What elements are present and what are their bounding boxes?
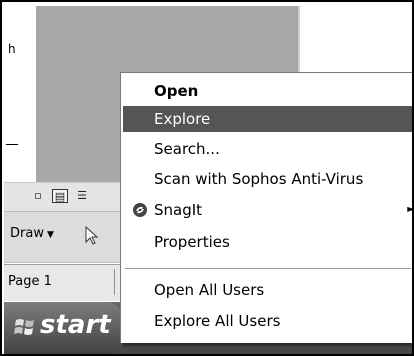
chevron-down-icon: ▼	[46, 230, 54, 240]
menu-item-open[interactable]: Open	[123, 78, 412, 104]
snagit-icon	[133, 203, 147, 217]
submenu-arrow-icon: ►	[407, 197, 412, 223]
normal-view-icon[interactable]: ▫	[30, 189, 46, 203]
draw-menu-button[interactable]: Draw ▼	[10, 226, 54, 241]
menu-item-label: Explore	[154, 110, 211, 128]
menu-item-label: Search...	[154, 140, 220, 158]
menu-item-properties[interactable]: Properties	[123, 229, 412, 255]
status-divider	[114, 269, 115, 295]
menu-item-search[interactable]: Search...	[123, 136, 412, 162]
start-label: start	[40, 310, 111, 340]
start-button[interactable]: start	[4, 302, 124, 354]
menu-item-label: SnagIt	[154, 201, 203, 219]
document-text-fragment: h	[8, 42, 16, 56]
menu-item-label: Open All Users	[154, 281, 265, 299]
screenshot-frame: h ▫ ▤ ☰ Draw ▼ Page 1 start Open Explore…	[0, 0, 414, 356]
slide-sorter-icon[interactable]: ▤	[52, 189, 68, 203]
menu-item-scan-sophos[interactable]: Scan with Sophos Anti-Virus	[123, 166, 412, 192]
menu-item-snagit[interactable]: SnagIt ►	[123, 197, 412, 223]
menu-item-label: Scan with Sophos Anti-Virus	[154, 170, 364, 188]
draw-menu-label: Draw	[10, 226, 44, 241]
menu-item-explore[interactable]: Explore	[123, 106, 412, 132]
document-rule	[6, 144, 18, 145]
select-pointer-icon[interactable]	[84, 226, 100, 246]
windows-flag-icon	[14, 319, 34, 335]
menu-separator	[125, 268, 411, 270]
context-menu: Open Explore Search... Scan with Sophos …	[120, 72, 412, 343]
status-page-number: Page 1	[8, 274, 52, 289]
menu-item-label: Open	[154, 82, 199, 100]
menu-item-explore-all-users[interactable]: Explore All Users	[123, 308, 412, 334]
menu-item-label: Properties	[154, 233, 230, 251]
menu-item-open-all-users[interactable]: Open All Users	[123, 277, 412, 303]
outline-view-icon[interactable]: ☰	[74, 189, 90, 203]
menu-item-label: Explore All Users	[154, 312, 281, 330]
